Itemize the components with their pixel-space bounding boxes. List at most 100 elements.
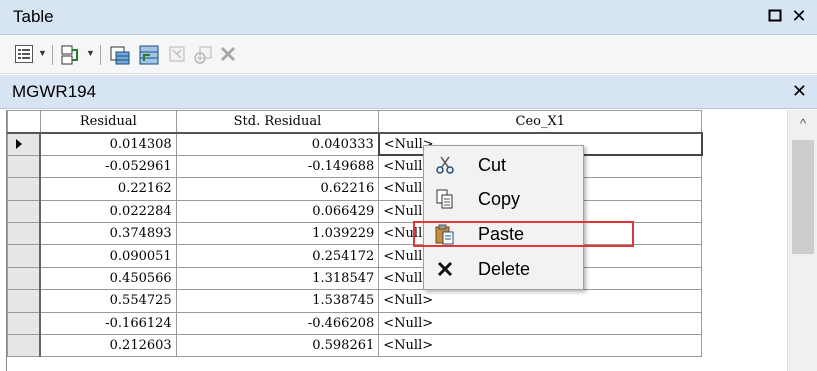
- zoom-to-selected-button[interactable]: [192, 44, 214, 66]
- column-header-ceo-x1[interactable]: Ceo_X1: [378, 110, 703, 134]
- table-options-button[interactable]: [14, 44, 34, 66]
- residual-cell[interactable]: 0.022284: [39, 199, 177, 223]
- window-titlebar: Table ✕: [0, 0, 817, 35]
- std-residual-cell[interactable]: 0.040333: [175, 132, 380, 156]
- residual-cell[interactable]: 0.374893: [39, 221, 177, 246]
- delete-selected-icon: [220, 46, 236, 62]
- residual-cell[interactable]: 0.014308: [39, 132, 177, 156]
- row-selector[interactable]: [7, 221, 42, 246]
- delete-icon: [434, 258, 456, 280]
- grid-empty-area: [701, 222, 787, 245]
- std-residual-cell[interactable]: 0.598261: [175, 333, 380, 358]
- context-menu: Cut Copy Paste Delete: [423, 145, 584, 290]
- restore-icon: [768, 9, 782, 22]
- grid-empty-area: [701, 312, 787, 335]
- table-header-row: Residual Std. Residual Ceo_X1: [7, 110, 787, 134]
- table-row[interactable]: -0.052961 -0.149688 <Null>: [7, 154, 787, 179]
- std-residual-cell[interactable]: 1.538745: [175, 289, 380, 313]
- chevron-down-icon[interactable]: ▼: [86, 48, 95, 58]
- row-selector[interactable]: [7, 311, 42, 335]
- row-selector[interactable]: [7, 244, 42, 268]
- toolbar-separator: [52, 45, 53, 65]
- switch-selection-icon: [139, 45, 159, 65]
- ceo-x1-cell[interactable]: <Null>: [378, 289, 703, 313]
- row-selector-header[interactable]: [7, 110, 41, 134]
- std-residual-cell[interactable]: 0.62216: [175, 177, 380, 201]
- grid-empty-area: [701, 244, 787, 268]
- grid-empty-area: [701, 110, 787, 133]
- grid-empty-area: [701, 200, 787, 223]
- context-menu-label: Copy: [478, 189, 521, 209]
- row-selector[interactable]: [7, 333, 42, 358]
- table-tab[interactable]: MGWR194 ✕: [0, 75, 817, 109]
- grid-empty-area: [701, 132, 787, 156]
- residual-cell[interactable]: 0.090051: [39, 244, 177, 268]
- context-menu-label: Delete: [478, 259, 531, 279]
- std-residual-cell[interactable]: 1.039229: [175, 221, 380, 246]
- restore-window-button[interactable]: [764, 5, 786, 27]
- clear-selection-icon: [169, 46, 185, 62]
- clear-selection-button[interactable]: [167, 44, 187, 66]
- grid-empty-area: [701, 334, 787, 357]
- paste-highlight-box: [413, 221, 634, 247]
- table-row[interactable]: 0.022284 0.066429 <Null>: [7, 199, 787, 223]
- ceo-x1-cell[interactable]: <Null>: [378, 311, 703, 335]
- table-row[interactable]: 0.450566 1.318547 <Null>: [7, 266, 787, 291]
- chevron-down-icon[interactable]: ▼: [38, 48, 47, 58]
- close-window-button[interactable]: ✕: [788, 5, 810, 27]
- row-selector[interactable]: [7, 199, 42, 223]
- table-toolbar: ▼ ▼: [0, 36, 817, 74]
- related-tables-button[interactable]: [60, 44, 82, 66]
- std-residual-cell[interactable]: 1.318547: [175, 266, 380, 291]
- residual-cell[interactable]: 0.212603: [39, 333, 177, 358]
- std-residual-cell[interactable]: -0.466208: [175, 311, 380, 335]
- zoom-to-selected-icon: [194, 46, 212, 64]
- scrollbar-thumb[interactable]: [792, 140, 814, 254]
- context-menu-copy[interactable]: Copy: [424, 182, 583, 216]
- context-menu-cut[interactable]: Cut: [424, 148, 583, 182]
- table-row[interactable]: 0.22162 0.62216 <Null>: [7, 177, 787, 201]
- column-header-residual[interactable]: Residual: [39, 110, 177, 134]
- switch-selection-button[interactable]: [138, 44, 160, 66]
- vertical-scrollbar[interactable]: ^: [787, 110, 817, 371]
- copy-icon: [434, 188, 456, 210]
- residual-cell[interactable]: 0.554725: [39, 289, 177, 313]
- grid-empty-area: [701, 177, 787, 201]
- select-by-attributes-icon: [110, 46, 130, 65]
- scissors-icon: [434, 154, 456, 176]
- std-residual-cell[interactable]: -0.149688: [175, 154, 380, 179]
- table-row[interactable]: 0.554725 1.538745 <Null>: [7, 289, 787, 313]
- table-row[interactable]: 0.014308 0.040333 <Null>: [7, 131, 787, 157]
- table-row[interactable]: 0.374893 1.039229 <Null>: [7, 221, 787, 246]
- residual-cell[interactable]: -0.052961: [39, 154, 177, 179]
- residual-cell[interactable]: -0.166124: [39, 311, 177, 335]
- window-title: Table: [13, 7, 54, 26]
- ceo-x1-cell[interactable]: <Null>: [378, 333, 703, 358]
- select-by-attributes-button[interactable]: [109, 44, 131, 66]
- row-selector[interactable]: [7, 177, 42, 201]
- row-selector[interactable]: [7, 289, 42, 313]
- table-row[interactable]: 0.090051 0.254172 <Null>: [7, 244, 787, 268]
- grid-empty-area: [701, 289, 787, 313]
- table-tab-name: MGWR194: [12, 82, 97, 101]
- current-row-arrow-icon: [16, 139, 22, 150]
- row-selector[interactable]: [7, 266, 42, 291]
- toolbar-separator: [100, 45, 101, 65]
- context-menu-delete[interactable]: Delete: [424, 252, 583, 286]
- context-menu-label: Cut: [478, 155, 507, 175]
- std-residual-cell[interactable]: 0.254172: [175, 244, 380, 268]
- residual-cell[interactable]: 0.22162: [39, 177, 177, 201]
- row-selector[interactable]: [7, 132, 42, 156]
- grid-empty-area: [701, 267, 787, 290]
- table-row[interactable]: 0.212603 0.598261 <Null>: [7, 333, 787, 358]
- close-tab-button[interactable]: ✕: [792, 80, 807, 102]
- column-header-std-residual[interactable]: Std. Residual: [175, 110, 380, 134]
- residual-cell[interactable]: 0.450566: [39, 266, 177, 291]
- table-row[interactable]: -0.166124 -0.466208 <Null>: [7, 311, 787, 335]
- std-residual-cell[interactable]: 0.066429: [175, 199, 380, 223]
- row-selector[interactable]: [7, 154, 42, 179]
- scroll-up-icon[interactable]: ^: [788, 116, 817, 131]
- grid-empty-area: [701, 155, 787, 178]
- delete-selected-button[interactable]: [218, 44, 238, 66]
- related-tables-icon: [61, 45, 78, 65]
